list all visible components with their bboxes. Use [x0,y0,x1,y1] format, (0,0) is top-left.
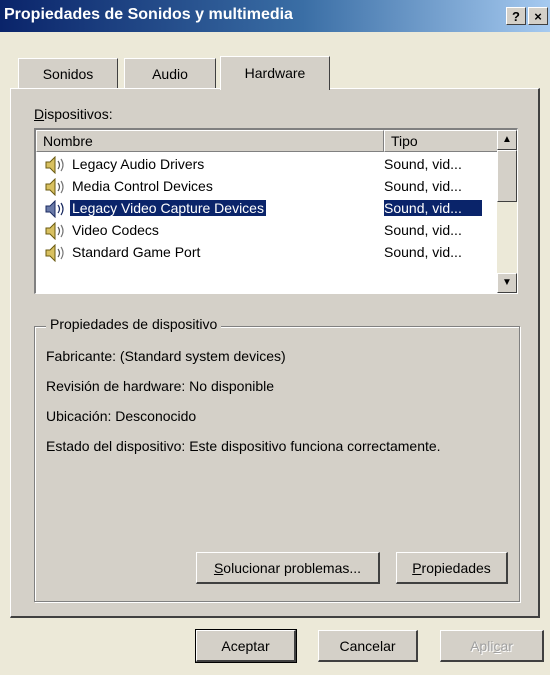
scroll-down-button[interactable]: ▼ [497,273,517,293]
device-type: Sound, vid... [384,156,462,172]
column-header-name[interactable]: Nombre [36,130,384,152]
device-type: Sound, vid... [384,200,482,216]
tab-sonidos[interactable]: Sonidos [18,58,118,88]
device-type: Sound, vid... [384,178,462,194]
list-item[interactable]: Media Control Devices Sound, vid... [38,176,486,198]
speaker-icon [45,178,64,196]
tab-label: Sonidos [42,66,94,82]
device-list[interactable]: Nombre Tipo Legacy Audio Drivers Sound, … [34,128,518,294]
close-icon: × [534,9,542,24]
device-type: Sound, vid... [384,222,462,238]
scroll-thumb[interactable] [497,150,517,202]
device-name: Media Control Devices [72,178,213,194]
apply-button[interactable]: Aplicar [440,630,544,662]
device-name: Standard Game Port [72,244,201,260]
list-item[interactable]: Standard Game Port Sound, vid... [38,242,486,264]
speaker-icon [45,244,64,262]
device-name: Legacy Audio Drivers [72,156,205,172]
column-header-type[interactable]: Tipo [384,130,498,152]
cancel-button[interactable]: Cancelar [318,630,418,662]
ok-button[interactable]: Aceptar [195,629,297,663]
hardware-revision-text: Revisión de hardware: No disponible [46,378,275,394]
list-item[interactable]: Legacy Audio Drivers Sound, vid... [38,154,486,176]
close-button[interactable]: × [528,7,548,25]
list-item[interactable]: Video Codecs Sound, vid... [38,220,486,242]
speaker-icon [45,200,64,218]
location-text: Ubicación: Desconocido [46,408,197,424]
window-title: Propiedades de Sonidos y multimedia [4,6,293,23]
device-type: Sound, vid... [384,244,462,260]
devices-label: Dispositivos: [34,106,113,122]
speaker-icon [45,222,64,240]
tab-audio[interactable]: Audio [124,58,216,88]
help-icon: ? [512,9,520,24]
title-bar[interactable]: Propiedades de Sonidos y multimedia ? × [0,0,550,32]
tab-label: Hardware [244,65,306,81]
group-title: Propiedades de dispositivo [46,316,222,332]
manufacturer-text: Fabricante: (Standard system devices) [46,348,286,364]
tab-hardware[interactable]: Hardware [220,56,330,90]
scroll-up-button[interactable]: ▲ [497,130,517,150]
help-button[interactable]: ? [506,7,526,25]
vertical-scrollbar[interactable]: ▲ ▼ [497,130,517,293]
troubleshoot-button[interactable]: Solucionar problemas... [196,552,380,584]
arrow-down-icon: ▼ [502,277,512,288]
properties-button[interactable]: Propiedades [396,552,508,584]
speaker-icon [45,156,64,174]
list-item-selected[interactable]: Legacy Video Capture Devices Sound, vid.… [38,198,486,220]
device-name: Legacy Video Capture Devices [70,200,266,216]
device-name: Video Codecs [72,222,159,238]
device-status-text: Estado del dispositivo: Este dispositivo… [46,438,441,454]
tab-label: Audio [152,66,188,82]
arrow-up-icon: ▲ [502,134,512,145]
